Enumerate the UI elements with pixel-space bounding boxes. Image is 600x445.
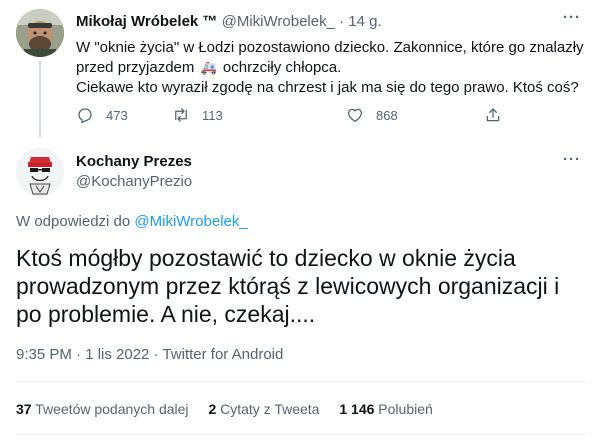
parent-avatar-image xyxy=(16,9,64,57)
retweets-label: Tweetów podanych dalej xyxy=(35,401,189,417)
retweet-icon xyxy=(175,108,187,122)
author-display-name[interactable]: Kochany Prezes xyxy=(76,152,192,172)
parent-more-icon[interactable]: ··· xyxy=(561,10,583,32)
tweet-text-line: Ktoś mógłby pozostawić to dziecko w okni… xyxy=(16,245,516,271)
divider xyxy=(16,381,586,382)
reply-icon xyxy=(78,108,92,124)
parent-text-line: Ciekawe kto wyraził zgodę na chrzest i j… xyxy=(76,79,579,96)
retweet-count: 113 xyxy=(202,107,223,123)
parent-separator: · xyxy=(339,13,345,30)
parent-display-name[interactable]: Mikołaj Wróbelek ™ xyxy=(76,13,217,30)
retweets-stat[interactable]: 37 Tweetów podanych dalej xyxy=(16,401,189,417)
parent-avatar[interactable] xyxy=(16,9,64,57)
parent-header: Mikołaj Wróbelek ™ @MikiWrobelek_ · 14 g… xyxy=(76,12,382,32)
author-avatar-image xyxy=(16,148,64,196)
reply-count: 473 xyxy=(106,107,128,123)
quotes-stat[interactable]: 2 Cytaty z Tweeta xyxy=(208,401,319,417)
share-button[interactable] xyxy=(484,104,514,126)
retweet-button[interactable]: 113 xyxy=(172,104,223,126)
tweet-text-line: po problemie. A nie, czekaj.... xyxy=(16,301,316,327)
parent-tweet-text: W "oknie życia" w Łodzi pozostawiono dzi… xyxy=(76,38,586,98)
tweet-text: Ktoś mógłby pozostawić to dziecko w okni… xyxy=(16,244,586,328)
tweet-metadata[interactable]: 9:35 PM · 1 lis 2022 · Twitter for Andro… xyxy=(16,345,283,365)
like-icon xyxy=(347,108,363,123)
share-icon xyxy=(486,108,500,122)
ambulance-icon: 🚑 xyxy=(200,60,217,75)
parent-timestamp[interactable]: 14 g. xyxy=(348,13,381,30)
parent-text-segment: ochrzciły chłopca. xyxy=(222,59,342,76)
tweet-stats: 37 Tweetów podanych dalej 2 Cytaty z Twe… xyxy=(16,400,449,418)
replying-to-prefix: W odpowiedzi do xyxy=(16,213,131,230)
parent-action-bar: 473 113 868 xyxy=(76,104,500,126)
parent-handle[interactable]: @MikiWrobelek_ xyxy=(222,13,335,30)
author-handle[interactable]: @KochanyPrezio xyxy=(76,172,192,192)
like-button[interactable]: 868 xyxy=(346,104,398,126)
replying-to: W odpowiedzi do @MikiWrobelek_ xyxy=(16,212,248,232)
like-count: 868 xyxy=(376,107,398,123)
divider xyxy=(16,434,586,435)
author-avatar[interactable] xyxy=(16,148,64,196)
retweets-value: 37 xyxy=(16,401,32,417)
likes-label: Polubień xyxy=(378,401,433,417)
replying-to-handle-link[interactable]: @MikiWrobelek_ xyxy=(134,213,247,230)
likes-value: 1 146 xyxy=(339,401,375,417)
quotes-label: Cytaty z Tweeta xyxy=(220,401,320,417)
reply-button[interactable]: 473 xyxy=(76,104,128,126)
tweet-more-icon[interactable]: ··· xyxy=(561,152,583,174)
parent-text-line: przed przyjazdem 🚑 ochrzciły chłopca. xyxy=(76,58,586,78)
tweet-text-line: prowadzonym przez którąś z lewicowych or… xyxy=(16,273,560,299)
quotes-value: 2 xyxy=(208,401,217,417)
thread-connector-line xyxy=(39,61,41,137)
parent-text-line: W "oknie życia" w Łodzi pozostawiono dzi… xyxy=(76,39,584,56)
likes-stat[interactable]: 1 146 Polubień xyxy=(339,401,432,417)
parent-text-segment: przed przyjazdem xyxy=(76,59,195,76)
